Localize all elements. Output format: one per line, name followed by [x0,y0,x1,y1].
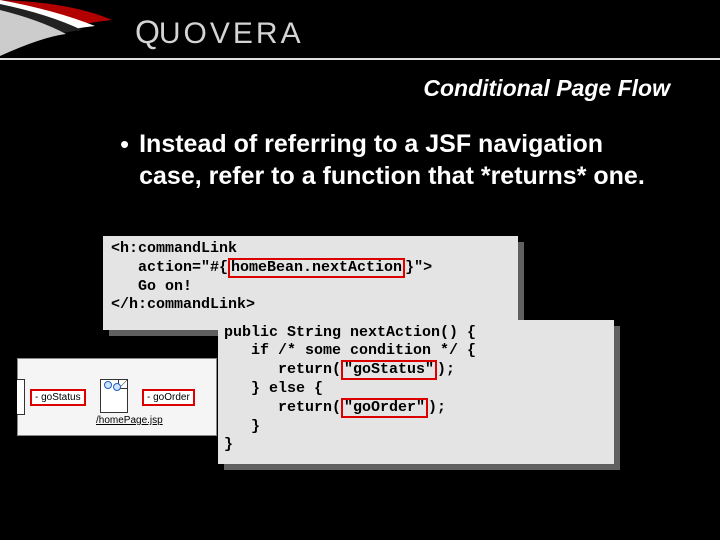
page-caption: /homePage.jsp [96,415,163,426]
code-java-snippet: public String nextAction() { if /* some … [218,320,614,464]
code2-line7: } [224,436,233,453]
code2-line5-post: ); [428,399,446,416]
navigation-diagram: - goStatus - goOrder /homePage.jsp [17,358,217,436]
bullet-dot-icon: • [120,128,129,160]
code-xhtml-snippet: <h:commandLink action="#{homeBean.nextAc… [103,236,518,330]
slide-title: Conditional Page Flow [423,75,670,102]
code2-return1-highlight: "goStatus" [341,360,437,380]
code2-line4: } else { [224,380,323,397]
logo-swoosh [0,0,115,60]
page-nav-circles-icon [104,381,122,391]
nav-case-label-2: - goOrder [142,389,195,406]
code2-line3-post: ); [437,361,455,378]
code2-line2: if /* some condition */ { [224,342,476,359]
logo-rest: UOVERA [159,17,304,50]
code1-line2-pre: action="#{ [111,259,228,276]
code1-line2-post: }"> [405,259,432,276]
code2-line3-pre: return( [224,361,341,378]
logo-text: QUOVERA [135,14,304,51]
page-icon-left-edge [17,379,25,415]
code1-line1: <h:commandLink [111,240,237,257]
code1-line4: </h:commandLink> [111,296,255,313]
code1-line3: Go on! [111,278,192,295]
code2-line5-pre: return( [224,399,341,416]
body-text: • Instead of referring to a JSF navigati… [120,128,660,192]
header-divider [0,58,720,60]
bullet-item: • Instead of referring to a JSF navigati… [120,128,660,192]
nav-case-label-1: - goStatus [30,389,86,406]
header: QUOVERA [0,0,720,60]
code1-expression-highlight: homeBean.nextAction [228,258,405,278]
code2-line6: } [224,418,260,435]
bullet-text: Instead of referring to a JSF navigation… [139,128,660,192]
code2-return2-highlight: "goOrder" [341,398,428,418]
logo-letter-q: Q [135,14,159,50]
code2-line1: public String nextAction() { [224,324,476,341]
